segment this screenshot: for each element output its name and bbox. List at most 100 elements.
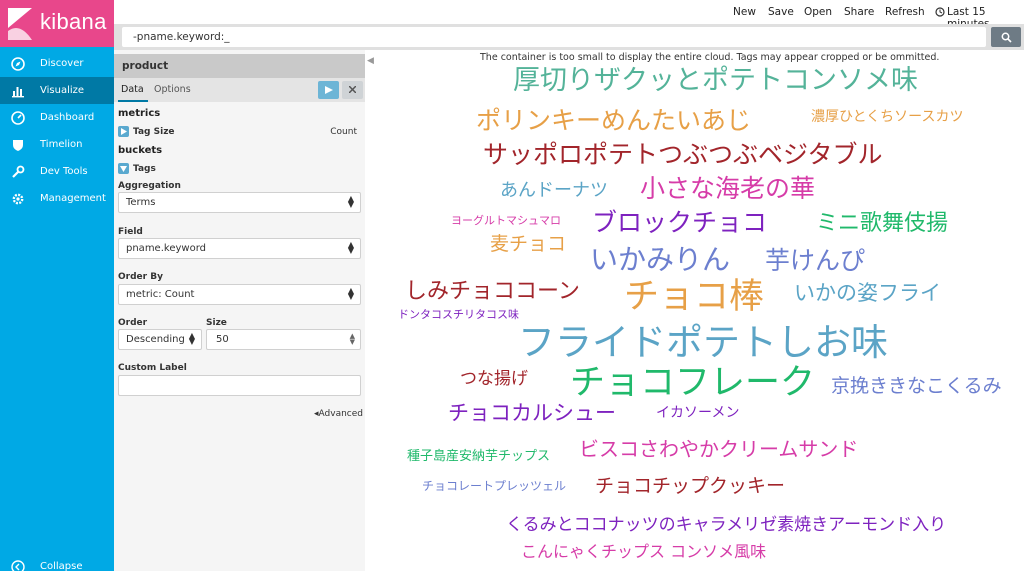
aggregation-select[interactable]: Terms ▲ ▼ (118, 192, 361, 213)
top-nav: New Save Open Share Refresh Last 15 minu… (114, 0, 1024, 30)
aggregation-value: Terms (126, 197, 156, 208)
cloud-tag[interactable]: チョコフレーク (570, 366, 815, 401)
cloud-tag[interactable]: しみチョココーン (405, 281, 580, 303)
cloud-tag[interactable]: ミニ歌舞伎揚 (816, 213, 948, 235)
cloud-tag[interactable]: チョコカルシュー (448, 403, 616, 424)
tab-data[interactable]: Data (121, 84, 144, 95)
cloud-tag[interactable]: 厚切りザクッとポテトコンソメ味 (513, 67, 918, 94)
discard-changes-button[interactable] (342, 81, 363, 99)
size-input[interactable]: 50 ▲ ▼ (206, 329, 361, 350)
bar-chart-icon (12, 86, 24, 97)
field-select[interactable]: pname.keyword ▲ ▼ (118, 238, 361, 259)
cloud-tag[interactable]: サッポロポテトつぶつぶベジタブル (483, 142, 883, 167)
nav-item-visualize[interactable]: Visualize (0, 77, 114, 104)
nav-item-dashboard[interactable]: Dashboard (0, 104, 114, 131)
index-pattern-name: product (122, 60, 169, 72)
order-by-select[interactable]: metric: Count ▲ ▼ (118, 284, 361, 305)
search-value: -pname.keyword:_ (133, 31, 230, 43)
kibana-logo[interactable]: kibana (0, 0, 114, 47)
logo-text: kibana (40, 9, 107, 34)
search-input[interactable]: -pname.keyword:_ (122, 27, 986, 47)
open-button[interactable]: Open (804, 6, 832, 18)
cloud-tag[interactable]: チョコ棒 (624, 280, 764, 315)
bucket-label: Tags (133, 163, 156, 174)
cloud-tag[interactable]: チョコチップクッキー (595, 477, 785, 496)
index-pattern-title: product (114, 54, 365, 78)
compass-icon (11, 56, 25, 71)
cloud-tag[interactable]: 種子島産安納芋チップス (407, 450, 550, 463)
tab-options[interactable]: Options (154, 84, 191, 95)
collapse-label: Collapse (40, 561, 83, 571)
nav-label: Dashboard (40, 112, 95, 123)
query-bar: -pname.keyword:_ (114, 24, 1024, 50)
order-label: Order (118, 318, 148, 328)
cloud-tag[interactable]: 芋けんぴ (765, 248, 865, 273)
cloud-tag[interactable]: 京挽ききなこくるみ (831, 377, 1002, 396)
nav-item-discover[interactable]: Discover (0, 50, 114, 77)
nav-item-timelion[interactable]: Timelion (0, 131, 114, 158)
cloud-tag[interactable]: いかの姿フライ (794, 283, 941, 304)
nav-item-management[interactable]: Management (0, 185, 114, 212)
metric-tag-size-row[interactable]: Tag Size Count (118, 126, 361, 137)
search-button[interactable] (991, 27, 1021, 47)
aggregation-label: Aggregation (118, 181, 181, 191)
nav-collapse[interactable]: Collapse (0, 553, 114, 571)
cloud-tag[interactable]: あんドーナツ (500, 182, 608, 200)
tag-cloud: The container is too small to display th… (380, 50, 1024, 571)
cloud-tag[interactable]: つな揚げ (460, 371, 528, 388)
metric-value: Count (330, 126, 357, 137)
metrics-heading: metrics (118, 108, 161, 119)
nav-label: Visualize (40, 85, 85, 96)
buckets-heading: buckets (118, 145, 163, 156)
bucket-tags-row[interactable]: Tags (118, 163, 156, 174)
cloud-tag[interactable]: 小さな海老の華 (640, 176, 815, 201)
cloud-tag[interactable]: ヨーグルトマシュマロ (451, 215, 561, 226)
metric-label: Tag Size (133, 126, 175, 137)
nav-label: Timelion (40, 139, 83, 150)
select-arrows-icon: ▲ ▼ (347, 286, 354, 301)
refresh-button[interactable]: Refresh (885, 6, 925, 18)
cloud-tag[interactable]: ブロックチョコ (592, 210, 767, 235)
custom-label-label: Custom Label (118, 363, 187, 373)
cloud-tag[interactable]: ビスコさわやかクリームサンド (579, 439, 858, 459)
side-nav: kibana Discover Visualize Dashboard Time… (0, 0, 114, 571)
custom-label-input[interactable] (118, 375, 361, 396)
new-button[interactable]: New (733, 6, 756, 18)
cloud-tag[interactable]: 麦チョコ (490, 235, 566, 254)
vis-editor-sidebar: product Data Options metrics Tag Size Co… (114, 50, 365, 571)
chevron-right-icon[interactable] (118, 126, 129, 137)
advanced-toggle[interactable]: ◂Advanced (314, 409, 363, 419)
nav-label: Management (40, 193, 106, 204)
cloud-warning: The container is too small to display th… (480, 52, 940, 63)
cloud-tag[interactable]: チョコレートプレッツェル (422, 480, 566, 492)
shield-icon (13, 139, 23, 151)
order-select[interactable]: Descending ▲ ▼ (118, 329, 202, 350)
field-value: pname.keyword (126, 243, 206, 254)
editor-tabs: Data Options (114, 78, 365, 102)
select-arrows-icon: ▲ ▼ (347, 240, 354, 255)
collapse-icon (11, 559, 25, 571)
kibana-logo-icon (8, 8, 32, 40)
chevron-down-icon[interactable] (118, 163, 129, 174)
search-icon (1001, 32, 1012, 43)
select-arrows-icon: ▲ ▼ (347, 194, 354, 209)
cloud-tag[interactable]: いかみりん (590, 246, 730, 274)
nav-item-dev-tools[interactable]: Dev Tools (0, 158, 114, 185)
nav-label: Dev Tools (40, 166, 88, 177)
dashboard-icon (11, 110, 25, 125)
cloud-tag[interactable]: ポリンキーめんたいあじ (476, 108, 751, 133)
cloud-tag[interactable]: くるみとココナッツのキャラメリゼ素焼きアーモンド入り (506, 517, 946, 534)
cloud-tag[interactable]: フライドポテトしお味 (518, 324, 888, 361)
save-button[interactable]: Save (768, 6, 794, 18)
clock-icon (935, 7, 945, 17)
apply-changes-button[interactable] (318, 81, 339, 99)
cloud-tag[interactable]: 濃厚ひとくちソースカツ (811, 110, 963, 124)
cloud-tag[interactable]: こんにゃくチップス コンソメ風味 (521, 544, 766, 560)
spinner-icon[interactable]: ▲ ▼ (350, 333, 355, 346)
share-button[interactable]: Share (844, 6, 874, 18)
collapse-sidebar-icon[interactable]: ◀ (367, 56, 374, 66)
wrench-icon (12, 165, 25, 178)
cloud-tag[interactable]: イカソーメン (656, 406, 739, 420)
cloud-tag[interactable]: ドンタコスチリタコス味 (398, 309, 519, 320)
field-label: Field (118, 227, 143, 237)
